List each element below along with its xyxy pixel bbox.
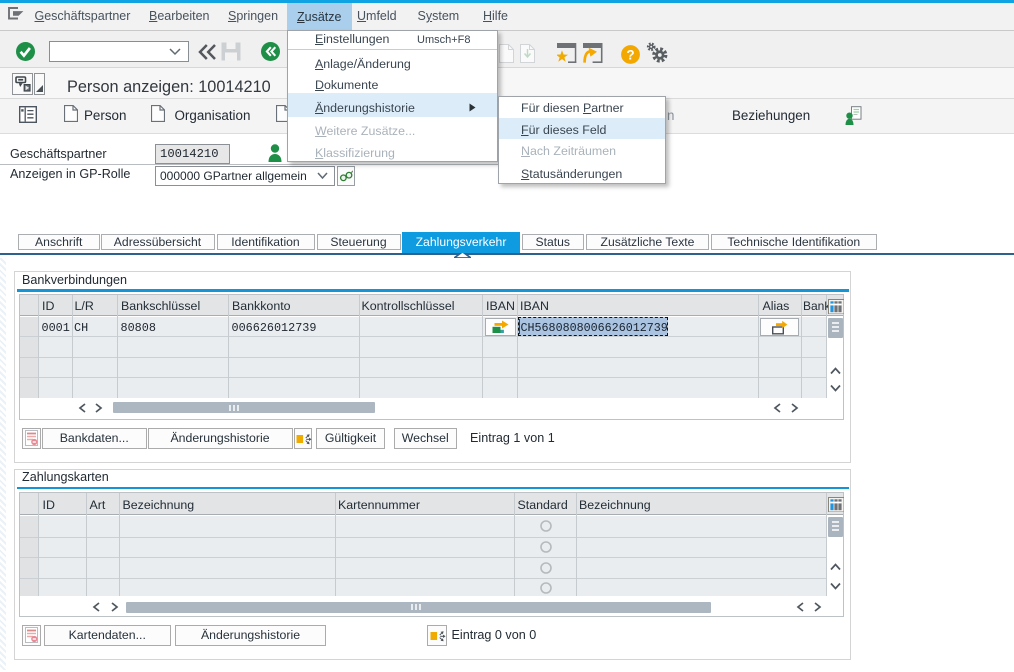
svg-text:?: ? [626,47,634,62]
